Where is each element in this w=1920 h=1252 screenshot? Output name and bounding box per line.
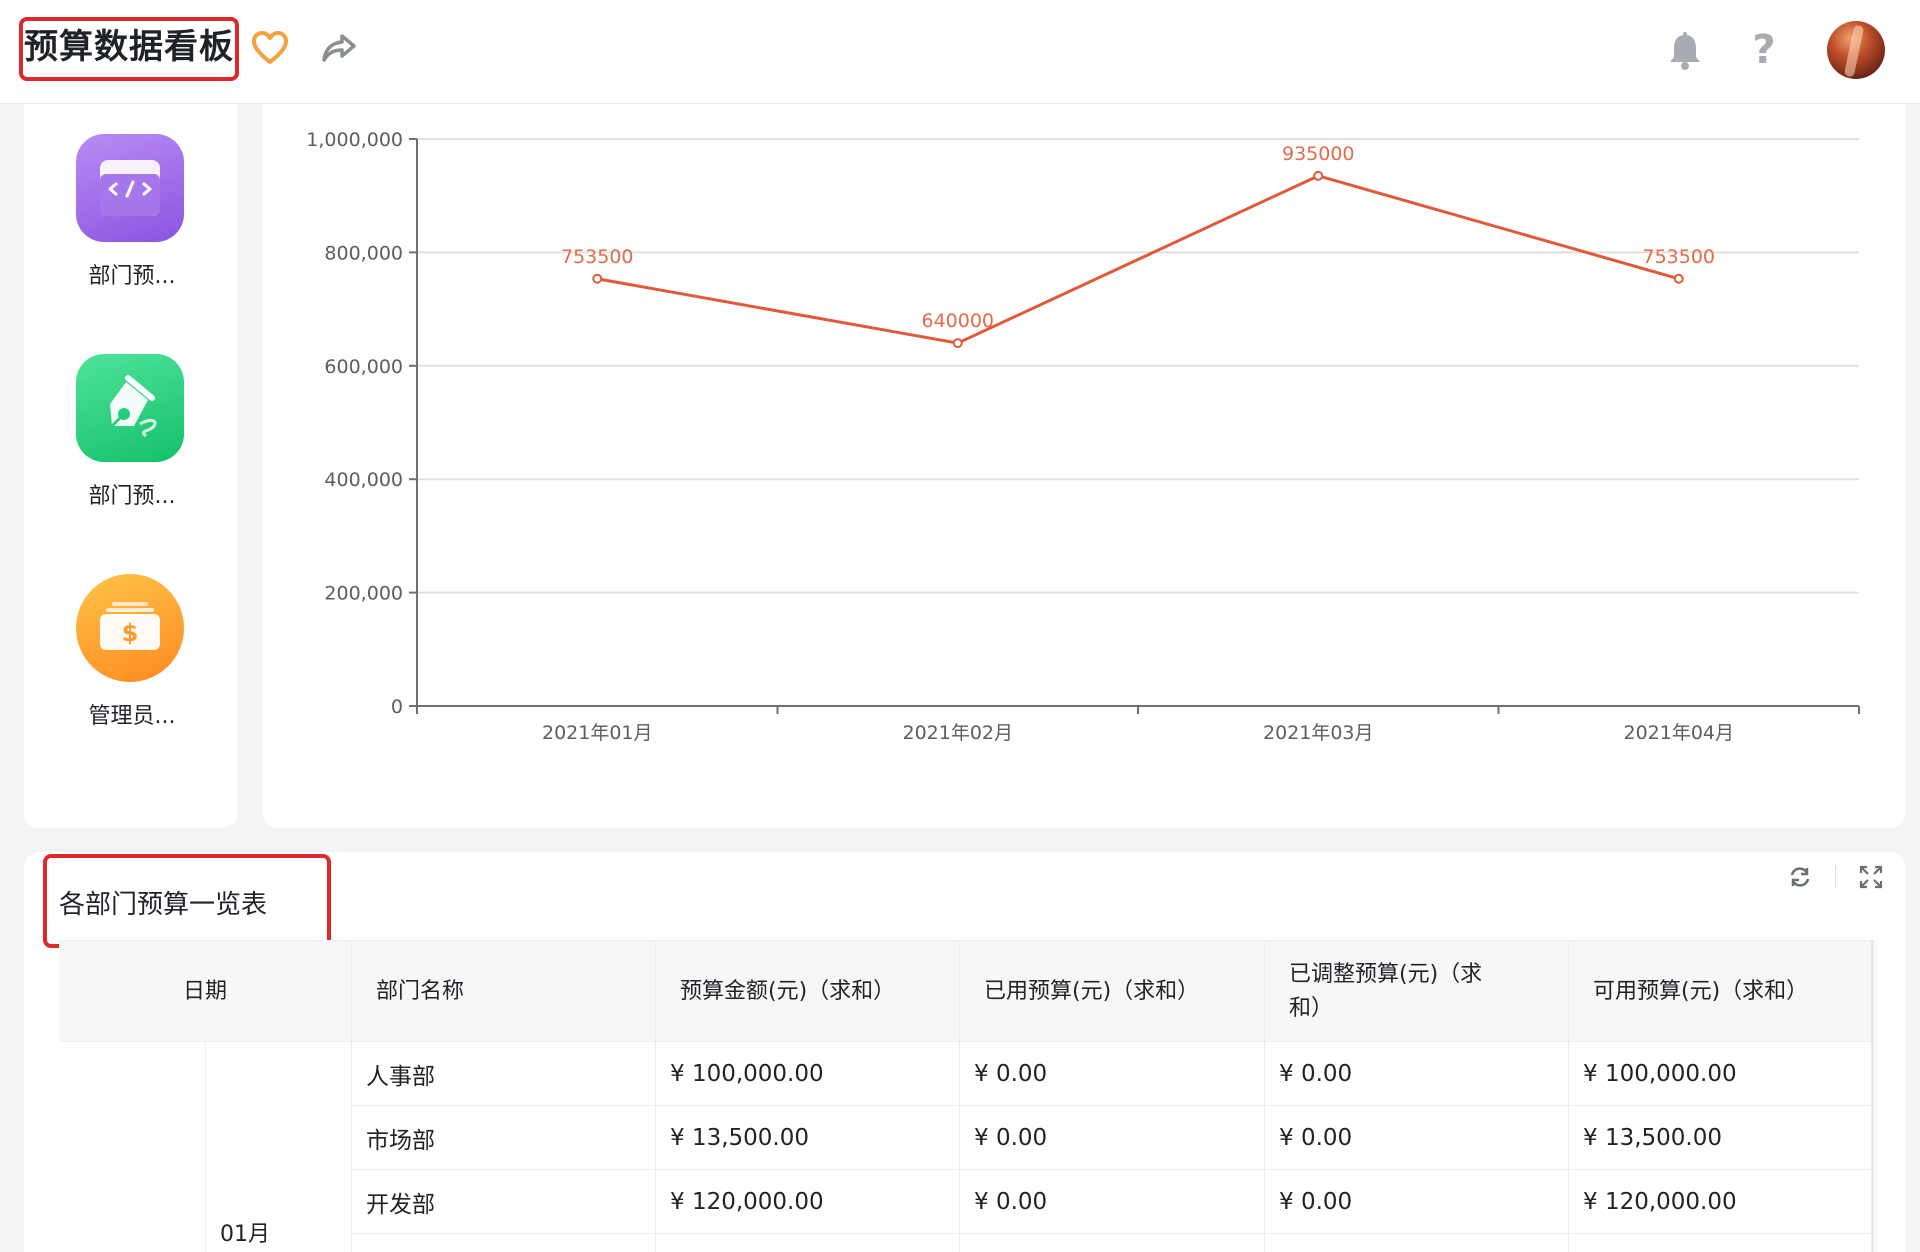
data-label: 753500 [561,246,634,268]
column-header-dept[interactable]: 部门名称 [352,941,656,1043]
cell-budget: ¥ 100,000.00 [656,1042,960,1106]
column-header-adjusted[interactable]: 已调整预算(元)（求和） [1265,941,1569,1043]
table-toolbar [1787,864,1884,890]
data-label: 640000 [921,310,994,332]
x-tick-label: 2021年02月 [902,722,1013,744]
help-question-icon[interactable]: ? [1746,28,1782,72]
fullscreen-icon[interactable] [1858,864,1884,890]
pen-nib-icon [76,354,184,462]
cell-available: ¥ 120,000.00 [1569,1170,1873,1234]
x-tick-label: 2021年04月 [1623,722,1734,744]
x-tick-label: 2021年03月 [1263,722,1374,744]
share-arrow-icon[interactable] [320,30,358,66]
favorite-heart-icon[interactable] [251,30,289,66]
app-label: 管理员... [88,704,176,729]
table-title: 各部门预算一览表 [59,890,268,920]
data-point [1313,170,1324,181]
cell-dept: 人事部 [352,1042,656,1106]
data-label: 753500 [1642,246,1715,268]
toolbar-divider [1835,866,1836,888]
column-header-used[interactable]: 已用预算(元)（求和） [960,941,1265,1043]
cell-available [1569,1234,1873,1252]
budget-line-chart: 0 200,000 400,000 600,000 800,000 1,000,000 20… [306,129,1860,744]
column-header-date[interactable]: 日期 [59,941,352,1043]
x-tick-label: 2021年01月 [542,722,653,744]
cell-available: ¥ 13,500.00 [1569,1106,1873,1170]
table-header: 日期 部门名称 预算金额(元)（求和） 已用预算(元)（求和） 已调整预算(元)… [59,940,1873,1043]
data-point [1673,273,1684,284]
user-avatar[interactable] [1827,21,1885,79]
y-tick-label: 800,000 [324,242,403,264]
code-window-icon [76,134,184,242]
cell-dept: 市场部 [352,1106,656,1170]
fixed-column-shadow [1871,940,1879,1252]
cell-budget: ¥ 13,500.00 [656,1106,960,1170]
svg-text:$: $ [122,619,139,647]
line-chart-panel: 0 200,000 400,000 600,000 800,000 1,000,000 20… [262,104,1906,828]
app-shortcut-panel: 部门预... 部门预... $ 管理员... [24,104,237,828]
refresh-icon[interactable] [1787,864,1813,890]
cell-used [960,1234,1265,1252]
table-row[interactable] [59,1234,1873,1252]
cell-dept [352,1234,656,1252]
app-label: 部门预... [88,264,176,289]
cell-used: ¥ 0.00 [960,1042,1265,1106]
app-label: 部门预... [88,484,176,509]
data-point [952,338,963,349]
data-label: 935000 [1282,143,1355,165]
cell-dept: 开发部 [352,1170,656,1234]
y-tick-label: 400,000 [324,469,403,491]
cell-adjusted: ¥ 0.00 [1265,1106,1569,1170]
table-row[interactable]: 开发部 ¥ 120,000.00 ¥ 0.00 ¥ 0.00 ¥ 120,000… [59,1170,1873,1234]
cell-budget: ¥ 120,000.00 [656,1170,960,1234]
cell-used: ¥ 0.00 [960,1106,1265,1170]
data-point [592,273,603,284]
cell-adjusted [1265,1234,1569,1252]
app-item-3[interactable]: $ 管理员... [76,574,188,730]
series-line [596,174,1680,345]
table-row[interactable]: 人事部 ¥ 100,000.00 ¥ 0.00 ¥ 0.00 ¥ 100,000… [59,1042,1873,1106]
notification-bell-icon[interactable] [1664,30,1706,72]
cell-used: ¥ 0.00 [960,1170,1265,1234]
y-tick-label: 1,000,000 [306,129,403,151]
y-tick-label: 200,000 [324,583,403,605]
cell-adjusted: ¥ 0.00 [1265,1170,1569,1234]
y-tick-label: 600,000 [324,356,403,378]
money-card-icon: $ [76,574,184,682]
y-tick-label: 0 [391,696,403,718]
cell-budget [656,1234,960,1252]
cell-adjusted: ¥ 0.00 [1265,1042,1569,1106]
page-title: 预算数据看板 [24,27,234,67]
column-header-budget[interactable]: 预算金额(元)（求和） [656,941,960,1043]
top-bar: 预算数据看板 ? [0,0,1920,104]
budget-table-panel: 各部门预算一览表 日期 部门名称 预算金额(元)（求和） 已用预算(元)（求和）… [24,852,1906,1252]
cell-available: ¥ 100,000.00 [1569,1042,1873,1106]
column-header-available[interactable]: 可用预算(元)（求和） [1569,941,1873,1043]
app-item-2[interactable]: 部门预... [76,354,188,510]
app-item-1[interactable]: 部门预... [76,134,188,290]
table-row[interactable]: 市场部 ¥ 13,500.00 ¥ 0.00 ¥ 0.00 ¥ 13,500.0… [59,1106,1873,1170]
